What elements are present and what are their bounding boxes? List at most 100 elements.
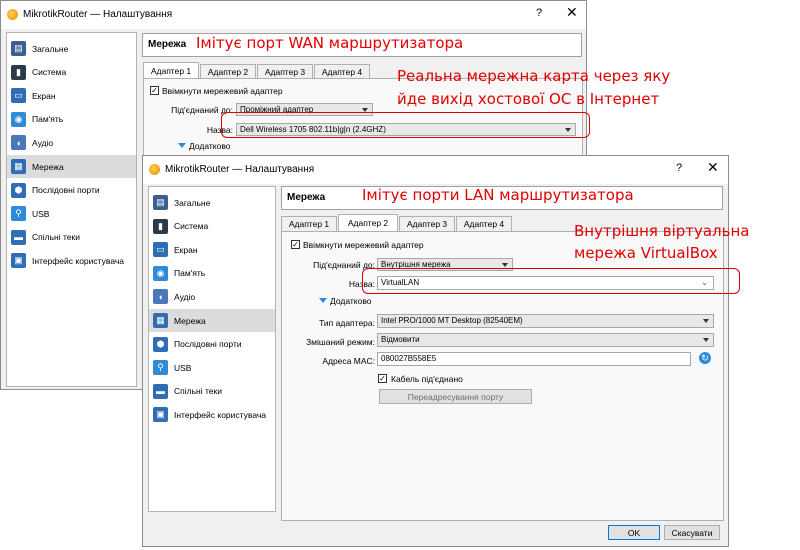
sidebar-item-label: Інтерфейс користувача [32,255,125,266]
sidebar-item-shared-folders[interactable]: ▬ Спільні теки [7,226,136,249]
enable-adapter-checkbox[interactable]: ✓ [291,240,300,249]
advanced-toggle-icon[interactable] [178,143,186,148]
advanced-label[interactable]: Додатково [189,141,230,151]
sidebar-item-label: Пам'ять [174,268,206,279]
enable-adapter-checkbox[interactable]: ✓ [150,86,159,95]
adapter-type-select[interactable]: Intel PRO/1000 MT Desktop (82540EM) [377,314,714,328]
tab-adapter-4[interactable]: Адаптер 4 [314,64,370,79]
tab-adapter-4[interactable]: Адаптер 4 [456,216,512,231]
sidebar-item-display[interactable]: ▭ Екран [7,84,136,107]
general-icon: ▤ [153,195,168,210]
sidebar-item-label: Інтерфейс користувача [174,409,267,420]
sidebar-item-shared-folders[interactable]: ▬ Спільні теки [149,380,275,403]
cable-connected-label: Кабель під'єднано [391,374,463,384]
sidebar-item-user-interface[interactable]: ▣ Інтерфейс користувача [7,249,136,272]
ok-button[interactable]: OK [608,525,660,540]
tab-adapter-2[interactable]: Адаптер 2 [200,64,256,79]
sidebar-item-usb[interactable]: ⚲ USB [7,202,136,225]
tab-adapter-1[interactable]: Адаптер 1 [143,62,199,79]
usb-icon: ⚲ [11,206,26,222]
sidebar-item-user-interface[interactable]: ▣ Інтерфейс користувача [149,403,275,426]
audio-icon: ◖ [11,135,26,151]
network-icon: ▦ [11,159,26,174]
sidebar-item-label: Спільні теки [174,386,222,397]
annotation-internal-line1: Внутрішня віртуальна [574,222,750,240]
system-icon: ▮ [153,218,168,234]
sidebar-item-usb[interactable]: ⚲ USB [149,356,275,379]
annotation-real-nic-line2: йде вихід хостової ОС в Інтернет [397,90,660,108]
tab-adapter-2[interactable]: Адаптер 2 [338,214,398,231]
user-interface-icon: ▣ [153,407,168,423]
sidebar-item-storage[interactable]: ◉ Пам'ять [149,262,275,285]
advanced-label[interactable]: Додатково [330,296,371,306]
network-icon: ▦ [153,313,168,328]
sidebar-item-serial-ports[interactable]: ⬢ Послідовні порти [149,333,275,356]
tab-adapter-1[interactable]: Адаптер 1 [281,216,337,231]
help-icon[interactable]: ? [676,162,682,174]
sidebar-item-system[interactable]: ▮ Система [149,215,275,238]
sidebar-item-label: Аудіо [32,137,54,148]
tab-adapter-3[interactable]: Адаптер 3 [399,216,455,231]
window-title: MikrotikRouter — Налаштування [165,164,315,175]
shared-folders-icon: ▬ [153,383,168,399]
sidebar-item-audio[interactable]: ◖ Аудіо [149,285,275,308]
audio-icon: ◖ [153,289,168,305]
sidebar-item-label: Екран [174,244,198,255]
storage-icon: ◉ [11,111,26,127]
sidebar-item-general[interactable]: ▤ Загальне [7,37,136,60]
sidebar-item-label: Система [32,67,67,78]
chevron-down-icon [502,263,508,267]
sidebar-item-label: Пам'ять [32,114,64,125]
enable-adapter-label: Ввімкнути мережевий адаптер [162,86,283,96]
annotation-internal-line2: мережа VirtualBox [574,244,718,262]
help-icon[interactable]: ? [536,7,542,19]
storage-icon: ◉ [153,265,168,281]
cancel-button[interactable]: Скасувати [664,525,720,540]
mac-address-input[interactable]: 080027B558E5 [377,352,691,366]
section-title: Мережа [148,39,187,50]
tab-adapter-3[interactable]: Адаптер 3 [257,64,313,79]
chevron-down-icon [703,338,709,342]
sidebar-item-network[interactable]: ▦ Мережа [7,155,136,178]
display-icon: ▭ [11,88,26,104]
sidebar-item-network[interactable]: ▦ Мережа [149,309,275,332]
sidebar-item-label: Мережа [174,315,206,326]
port-forwarding-button[interactable]: Переадресування порту [379,389,532,404]
highlight-wan-adapter-name [221,112,590,138]
sidebar-back: ▤ Загальне ▮ Система ▭ Екран ◉ Пам'ять ◖ Аудіо ▦ Ме… [6,32,137,387]
adapter-type-label: Тип адаптера: [319,318,375,328]
sidebar-item-display[interactable]: ▭ Екран [149,238,275,261]
sidebar-item-audio[interactable]: ◖ Аудіо [7,131,136,154]
serial-ports-icon: ⬢ [153,336,168,352]
sidebar-item-label: Система [174,221,209,232]
cable-connected-checkbox[interactable]: ✓ [378,374,387,383]
chevron-down-icon [703,319,709,323]
virtualbox-app-icon [7,9,18,20]
promiscuous-mode-select[interactable]: Відмовити [377,333,714,347]
sidebar-item-system[interactable]: ▮ Система [7,61,136,84]
sidebar-item-label: USB [32,208,50,219]
user-interface-icon: ▣ [11,253,26,269]
promiscuous-mode-value: Відмовити [381,335,420,344]
sidebar-item-storage[interactable]: ◉ Пам'ять [7,108,136,131]
adapter-type-value: Intel PRO/1000 MT Desktop (82540EM) [381,316,523,325]
annotation-real-nic-line1: Реальна мережна карта через яку [397,67,671,85]
sidebar-item-label: Аудіо [174,291,196,302]
annotation-lan: Імітує порти LAN маршрутизатора [362,186,634,204]
sidebar-item-serial-ports[interactable]: ⬢ Послідовні порти [7,179,136,202]
close-icon[interactable]: ✕ [566,4,578,21]
advanced-toggle-icon[interactable] [319,298,327,303]
mac-address-label: Адреса MAC: [322,356,375,366]
sidebar-item-label: USB [174,362,192,373]
sidebar-item-general[interactable]: ▤ Загальне [149,191,275,214]
highlight-lan-network-name [362,268,740,294]
sidebar-item-label: Загальне [174,197,211,208]
refresh-mac-icon[interactable]: ↻ [699,352,711,364]
promiscuous-mode-label: Змішаний режим: [306,337,375,347]
enable-adapter-label: Ввімкнути мережевий адаптер [303,240,424,250]
sidebar-front: ▤ Загальне ▮ Система ▭ Екран ◉ Пам'ять ◖ Аудіо ▦ Ме… [148,186,276,512]
system-icon: ▮ [11,64,26,80]
titlebar-front: MikrotikRouter — Налаштування ? ✕ [143,156,728,184]
close-icon[interactable]: ✕ [707,159,719,176]
sidebar-item-label: Екран [32,90,56,101]
